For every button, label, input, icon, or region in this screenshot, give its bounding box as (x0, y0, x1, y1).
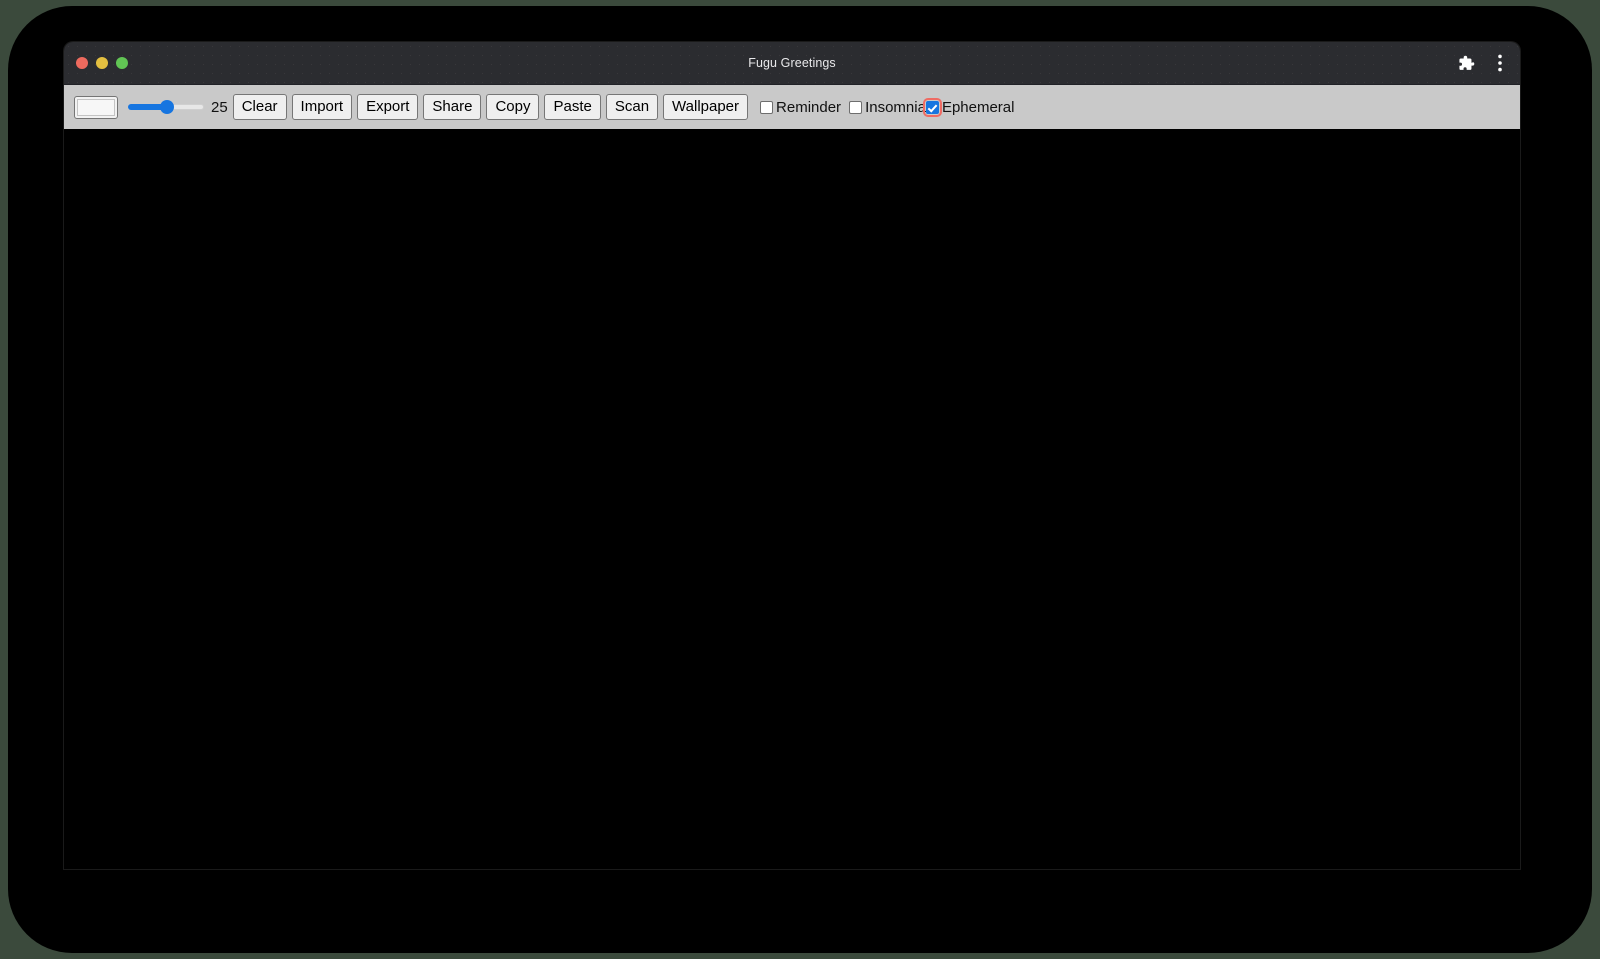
ephemeral-checkbox[interactable] (922, 97, 942, 117)
screen-background: Fugu Greetings 25 Clear Import Export Sh… (0, 0, 1600, 959)
app-toolbar: 25 Clear Import Export Share Copy Paste … (64, 85, 1520, 129)
line-width-slider[interactable] (128, 97, 204, 117)
app-window: Fugu Greetings 25 Clear Import Export Sh… (64, 42, 1520, 869)
share-button[interactable]: Share (423, 94, 482, 120)
titlebar-actions (1456, 42, 1510, 84)
maximize-window-button[interactable] (116, 57, 128, 69)
color-swatch (77, 98, 115, 116)
wallpaper-button[interactable]: Wallpaper (663, 94, 749, 120)
insomnia-checkbox[interactable] (849, 100, 863, 114)
scan-button[interactable]: Scan (605, 94, 659, 120)
import-button[interactable]: Import (291, 94, 353, 120)
color-input[interactable] (74, 95, 118, 119)
desktop-backdrop: Fugu Greetings 25 Clear Import Export Sh… (8, 6, 1592, 953)
extensions-puzzle-icon[interactable] (1456, 53, 1476, 73)
window-title: Fugu Greetings (748, 56, 836, 70)
window-titlebar: Fugu Greetings (64, 42, 1520, 85)
copy-button[interactable]: Copy (486, 94, 540, 120)
reminder-checkbox-group[interactable]: Reminder (760, 99, 841, 116)
ephemeral-checkbox-group[interactable]: Ephemeral (922, 97, 1015, 117)
paste-button[interactable]: Paste (544, 94, 601, 120)
minimize-window-button[interactable] (96, 57, 108, 69)
drawing-canvas[interactable] (64, 129, 1520, 869)
window-controls (76, 42, 128, 84)
more-vertical-menu-icon[interactable] (1490, 53, 1510, 73)
close-window-button[interactable] (76, 57, 88, 69)
slider-thumb[interactable] (160, 100, 174, 114)
reminder-checkbox[interactable] (760, 100, 774, 114)
slider-value-label: 25 (211, 98, 228, 116)
export-button[interactable]: Export (357, 94, 419, 120)
ephemeral-checkbox-label: Ephemeral (941, 98, 1015, 116)
reminder-checkbox-label: Reminder (776, 98, 842, 116)
clear-button[interactable]: Clear (232, 94, 287, 120)
insomnia-checkbox-group[interactable]: Insomnia (849, 99, 926, 116)
insomnia-checkbox-label: Insomnia (865, 98, 926, 116)
